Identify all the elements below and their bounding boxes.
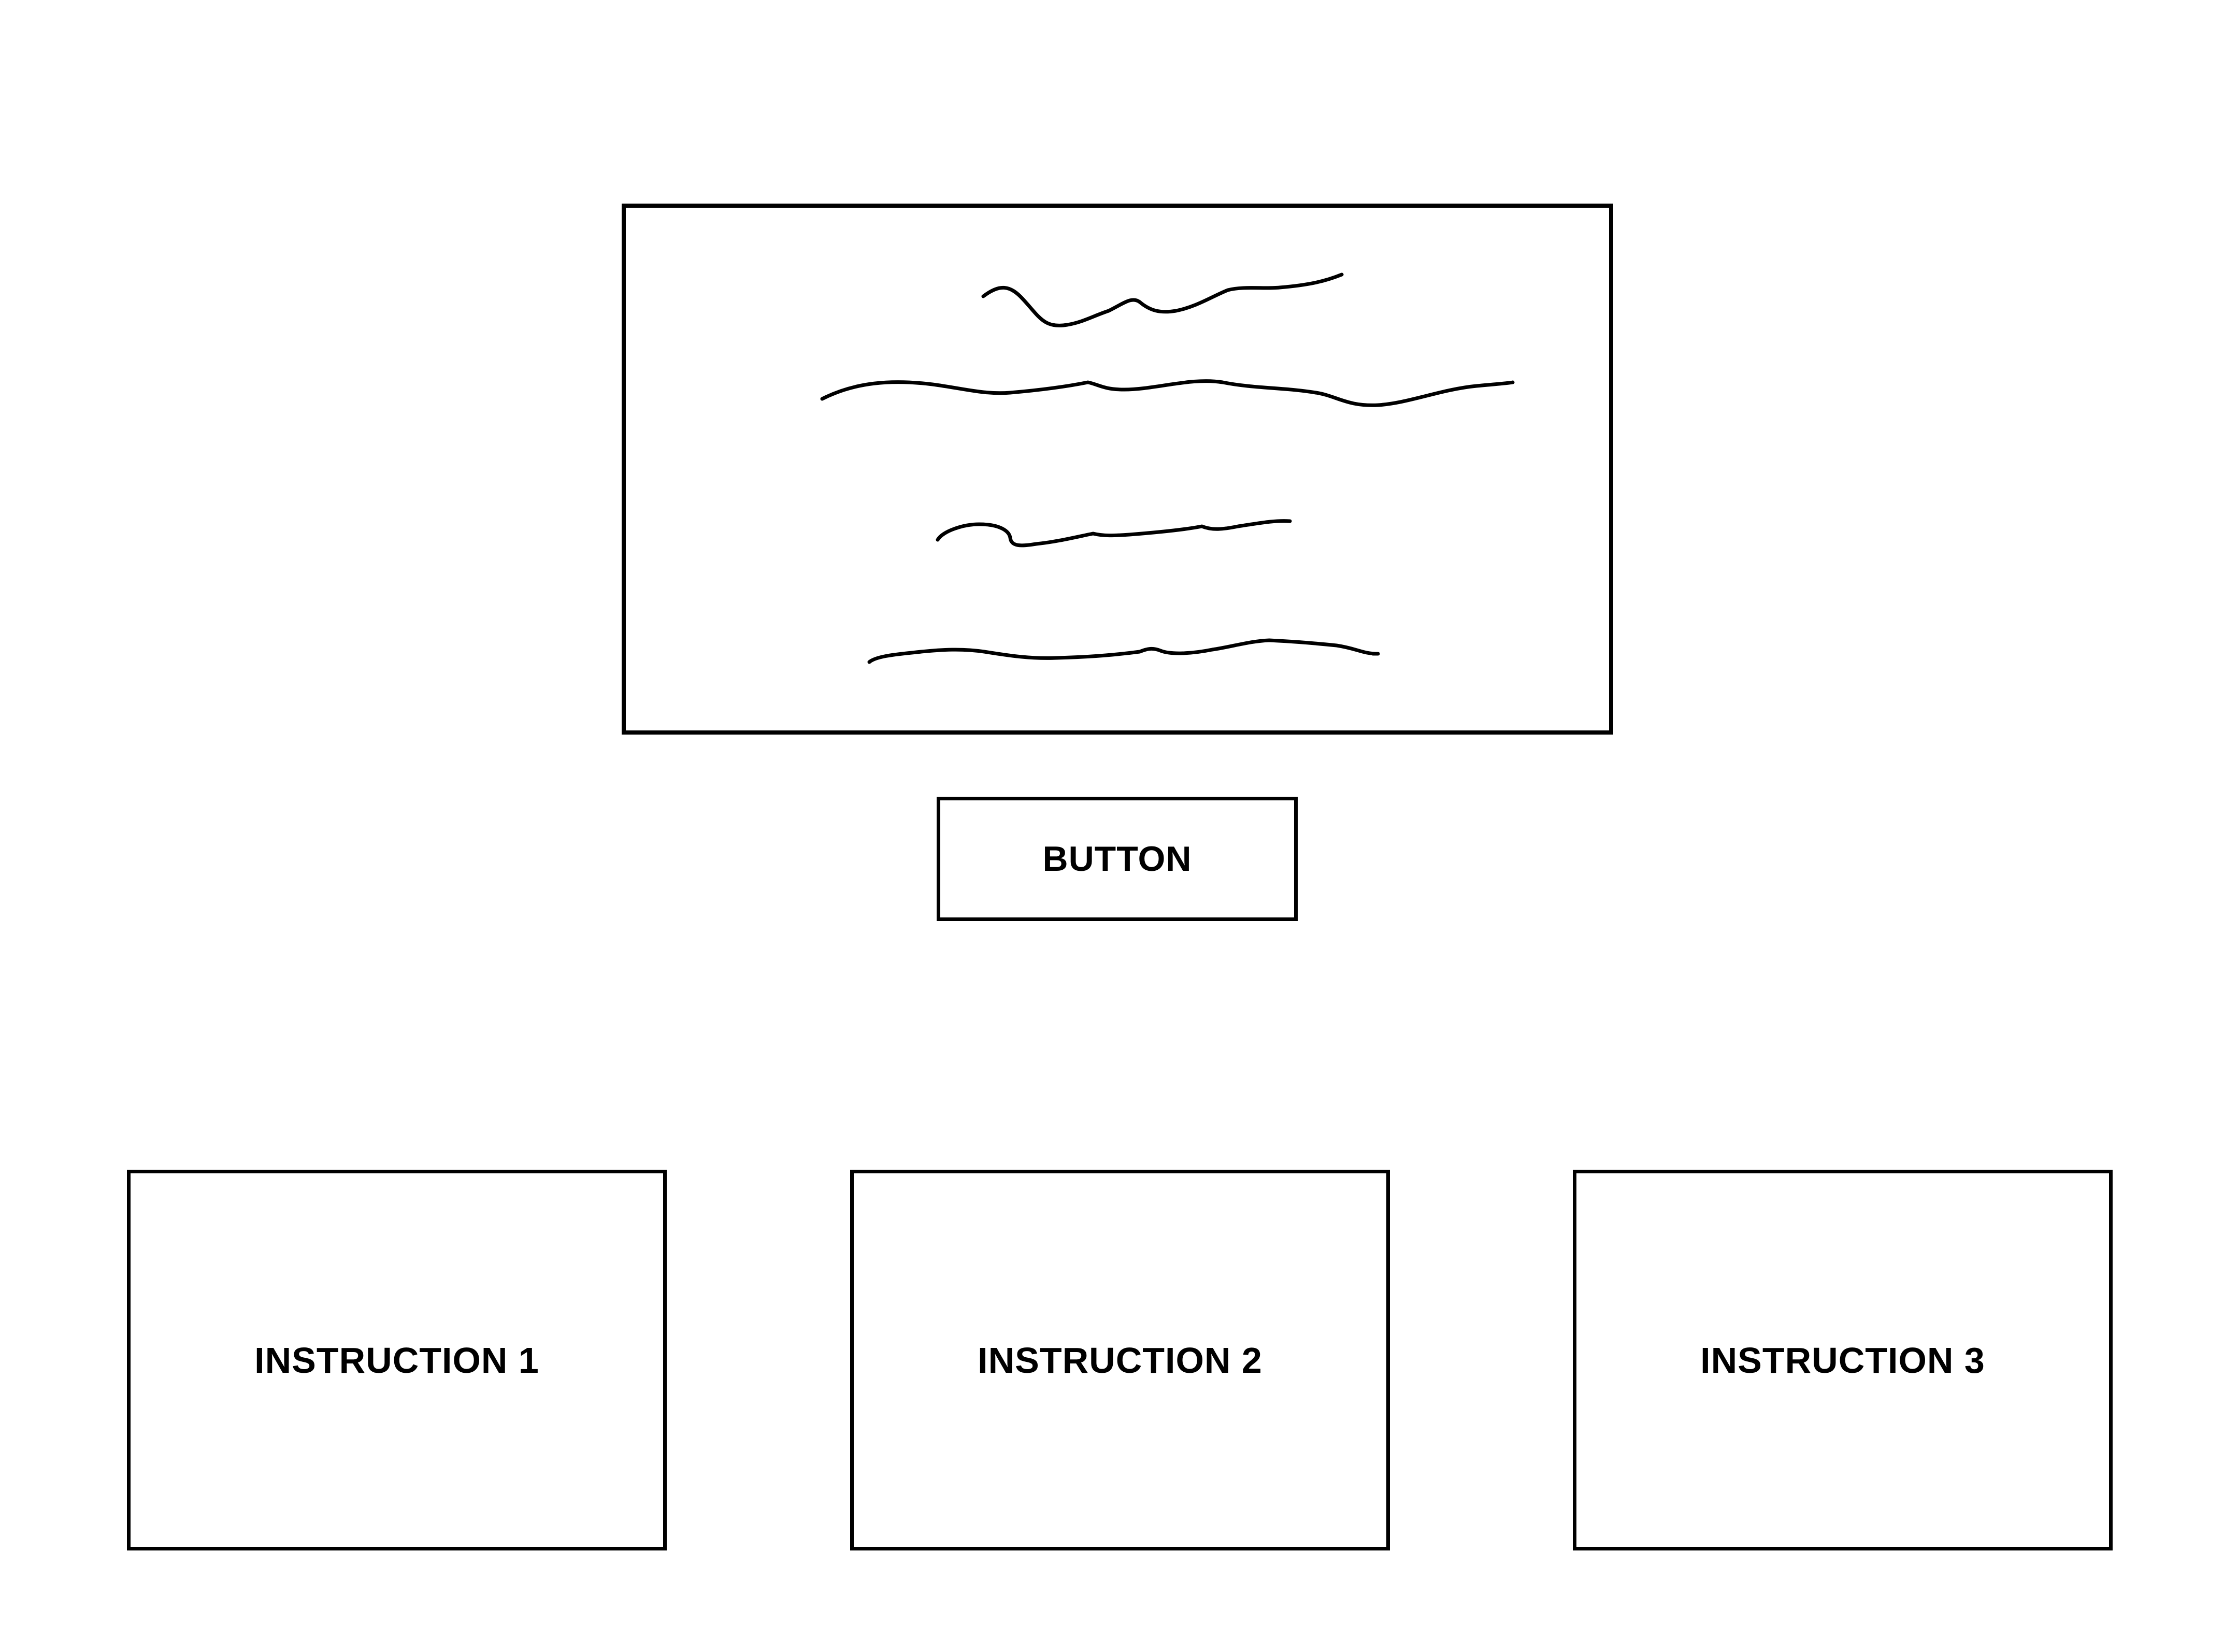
hero-content-box	[622, 204, 1613, 735]
instruction-card-2: INSTRUCTION 2	[850, 1170, 1390, 1550]
instruction-card-1: INSTRUCTION 1	[127, 1170, 667, 1550]
primary-button-label: BUTTON	[1042, 839, 1192, 879]
primary-button[interactable]: BUTTON	[937, 797, 1298, 921]
instruction-label-2: INSTRUCTION 2	[978, 1340, 1263, 1381]
instruction-label-3: INSTRUCTION 3	[1700, 1340, 1985, 1381]
instruction-card-3: INSTRUCTION 3	[1573, 1170, 2113, 1550]
instruction-label-1: INSTRUCTION 1	[254, 1340, 539, 1381]
